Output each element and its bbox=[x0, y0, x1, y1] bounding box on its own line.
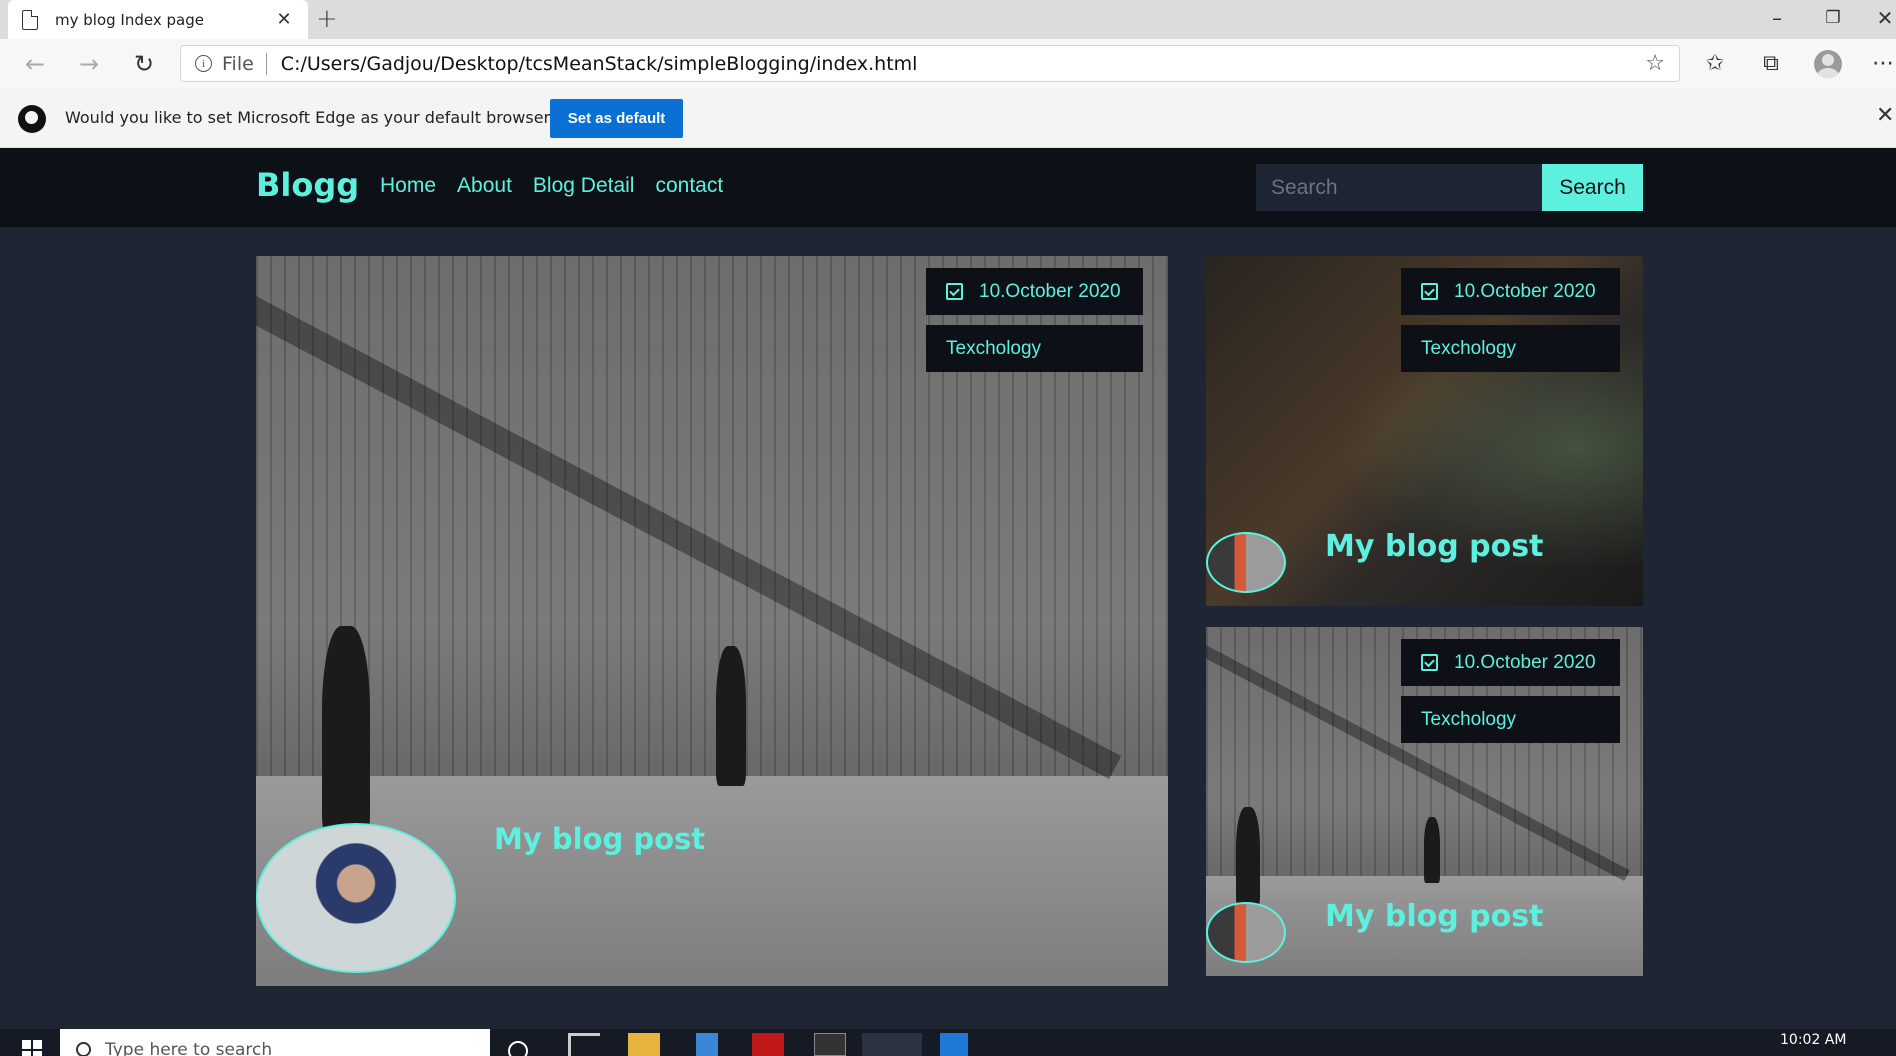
post-image-person bbox=[1236, 807, 1260, 907]
notification-close-icon[interactable]: ✕ bbox=[1876, 103, 1894, 128]
post-title[interactable]: My blog post bbox=[1325, 529, 1543, 564]
side-post-card[interactable]: 10.October 2020 Texchology My blog post bbox=[1206, 256, 1643, 606]
refresh-icon[interactable]: ↻ bbox=[129, 49, 159, 79]
calendar-icon bbox=[1421, 283, 1438, 300]
site-navbar: Blogg Home About Blog Detail contact Sea… bbox=[0, 148, 1896, 227]
post-category: Texchology bbox=[1421, 337, 1517, 359]
featured-post-card[interactable]: 10.October 2020 Texchology My blog post bbox=[256, 256, 1168, 986]
post-title[interactable]: My blog post bbox=[494, 822, 705, 856]
author-avatar bbox=[256, 823, 456, 973]
tab-title: my blog Index page bbox=[55, 10, 204, 29]
forward-icon[interactable]: → bbox=[74, 49, 104, 79]
back-icon[interactable]: ← bbox=[20, 49, 50, 79]
edge-logo-icon bbox=[18, 105, 46, 133]
post-date-badge: 10.October 2020 bbox=[1401, 639, 1620, 686]
page-icon bbox=[22, 9, 38, 30]
author-avatar bbox=[1206, 902, 1286, 963]
file-explorer-icon[interactable] bbox=[628, 1033, 660, 1056]
collections-icon[interactable]: ⧉ bbox=[1754, 47, 1788, 81]
post-category-badge[interactable]: Texchology bbox=[1401, 325, 1620, 372]
site-search-input[interactable] bbox=[1256, 164, 1542, 211]
post-image-person bbox=[716, 646, 746, 786]
taskbar-search[interactable]: Type here to search bbox=[60, 1029, 490, 1056]
vscode-icon[interactable] bbox=[940, 1033, 968, 1056]
site-search-button[interactable]: Search bbox=[1542, 164, 1643, 211]
minimize-icon[interactable]: – bbox=[1762, 6, 1792, 30]
edge-taskbar-icon[interactable] bbox=[862, 1033, 922, 1056]
address-scheme: File bbox=[222, 52, 254, 75]
cortana-icon[interactable] bbox=[508, 1041, 528, 1056]
profile-avatar[interactable] bbox=[1814, 50, 1842, 78]
post-image-person bbox=[1424, 817, 1440, 883]
post-category-badge[interactable]: Texchology bbox=[926, 325, 1143, 372]
windows-taskbar: Type here to search 10:02 AM bbox=[0, 1029, 1896, 1056]
address-bar[interactable]: i File C:/Users/Gadjou/Desktop/tcsMeanSt… bbox=[180, 45, 1680, 82]
calendar-icon bbox=[1421, 654, 1438, 671]
post-title[interactable]: My blog post bbox=[1325, 899, 1543, 934]
address-separator bbox=[265, 52, 267, 75]
search-icon bbox=[76, 1042, 91, 1056]
post-image-person bbox=[322, 626, 370, 836]
favorite-star-icon[interactable]: ☆ bbox=[1645, 51, 1665, 76]
post-date: 10.October 2020 bbox=[979, 280, 1121, 302]
browser-tab[interactable]: my blog Index page ✕ bbox=[8, 0, 308, 39]
info-icon[interactable]: i bbox=[195, 55, 212, 72]
post-date: 10.October 2020 bbox=[1454, 280, 1596, 302]
favorites-icon[interactable]: ✩ bbox=[1698, 47, 1732, 81]
close-tab-icon[interactable]: ✕ bbox=[274, 9, 294, 30]
terminal-icon[interactable] bbox=[814, 1033, 846, 1056]
site-brand[interactable]: Blogg bbox=[256, 166, 359, 204]
set-default-button[interactable]: Set as default bbox=[550, 99, 683, 138]
taskbar-clock[interactable]: 10:02 AM bbox=[1780, 1032, 1846, 1048]
window-close-icon[interactable]: ✕ bbox=[1870, 6, 1896, 30]
default-browser-notification: Would you like to set Microsoft Edge as … bbox=[0, 89, 1896, 148]
calendar-icon bbox=[946, 283, 963, 300]
nav-blog-detail[interactable]: Blog Detail bbox=[533, 174, 635, 198]
post-category: Texchology bbox=[946, 337, 1042, 359]
taskbar-search-placeholder: Type here to search bbox=[105, 1039, 273, 1056]
post-date-badge: 10.October 2020 bbox=[1401, 268, 1620, 315]
windows-start-icon[interactable] bbox=[22, 1040, 42, 1056]
restore-icon[interactable]: ❐ bbox=[1818, 8, 1848, 28]
url-text[interactable]: C:/Users/Gadjou/Desktop/tcsMeanStack/sim… bbox=[281, 53, 1645, 75]
task-view-icon[interactable] bbox=[568, 1033, 600, 1056]
nav-contact[interactable]: contact bbox=[655, 174, 723, 198]
more-menu-icon[interactable]: ⋯ bbox=[1866, 47, 1896, 81]
side-post-card[interactable]: 10.October 2020 Texchology My blog post bbox=[1206, 627, 1643, 976]
store-icon[interactable] bbox=[696, 1033, 718, 1056]
new-tab-icon[interactable]: + bbox=[316, 4, 338, 34]
site-nav-links: Home About Blog Detail contact bbox=[380, 174, 723, 198]
nav-home[interactable]: Home bbox=[380, 174, 436, 198]
browser-tab-strip: my blog Index page ✕ + – ❐ ✕ bbox=[0, 0, 1896, 39]
nav-about[interactable]: About bbox=[457, 174, 512, 198]
post-category: Texchology bbox=[1421, 708, 1517, 730]
address-toolbar: ← → ↻ i File C:/Users/Gadjou/Desktop/tcs… bbox=[0, 39, 1896, 89]
post-date-badge: 10.October 2020 bbox=[926, 268, 1143, 315]
notification-message: Would you like to set Microsoft Edge as … bbox=[65, 108, 559, 127]
post-category-badge[interactable]: Texchology bbox=[1401, 696, 1620, 743]
author-avatar bbox=[1206, 532, 1286, 593]
post-date: 10.October 2020 bbox=[1454, 651, 1596, 673]
netflix-icon[interactable] bbox=[752, 1033, 784, 1056]
